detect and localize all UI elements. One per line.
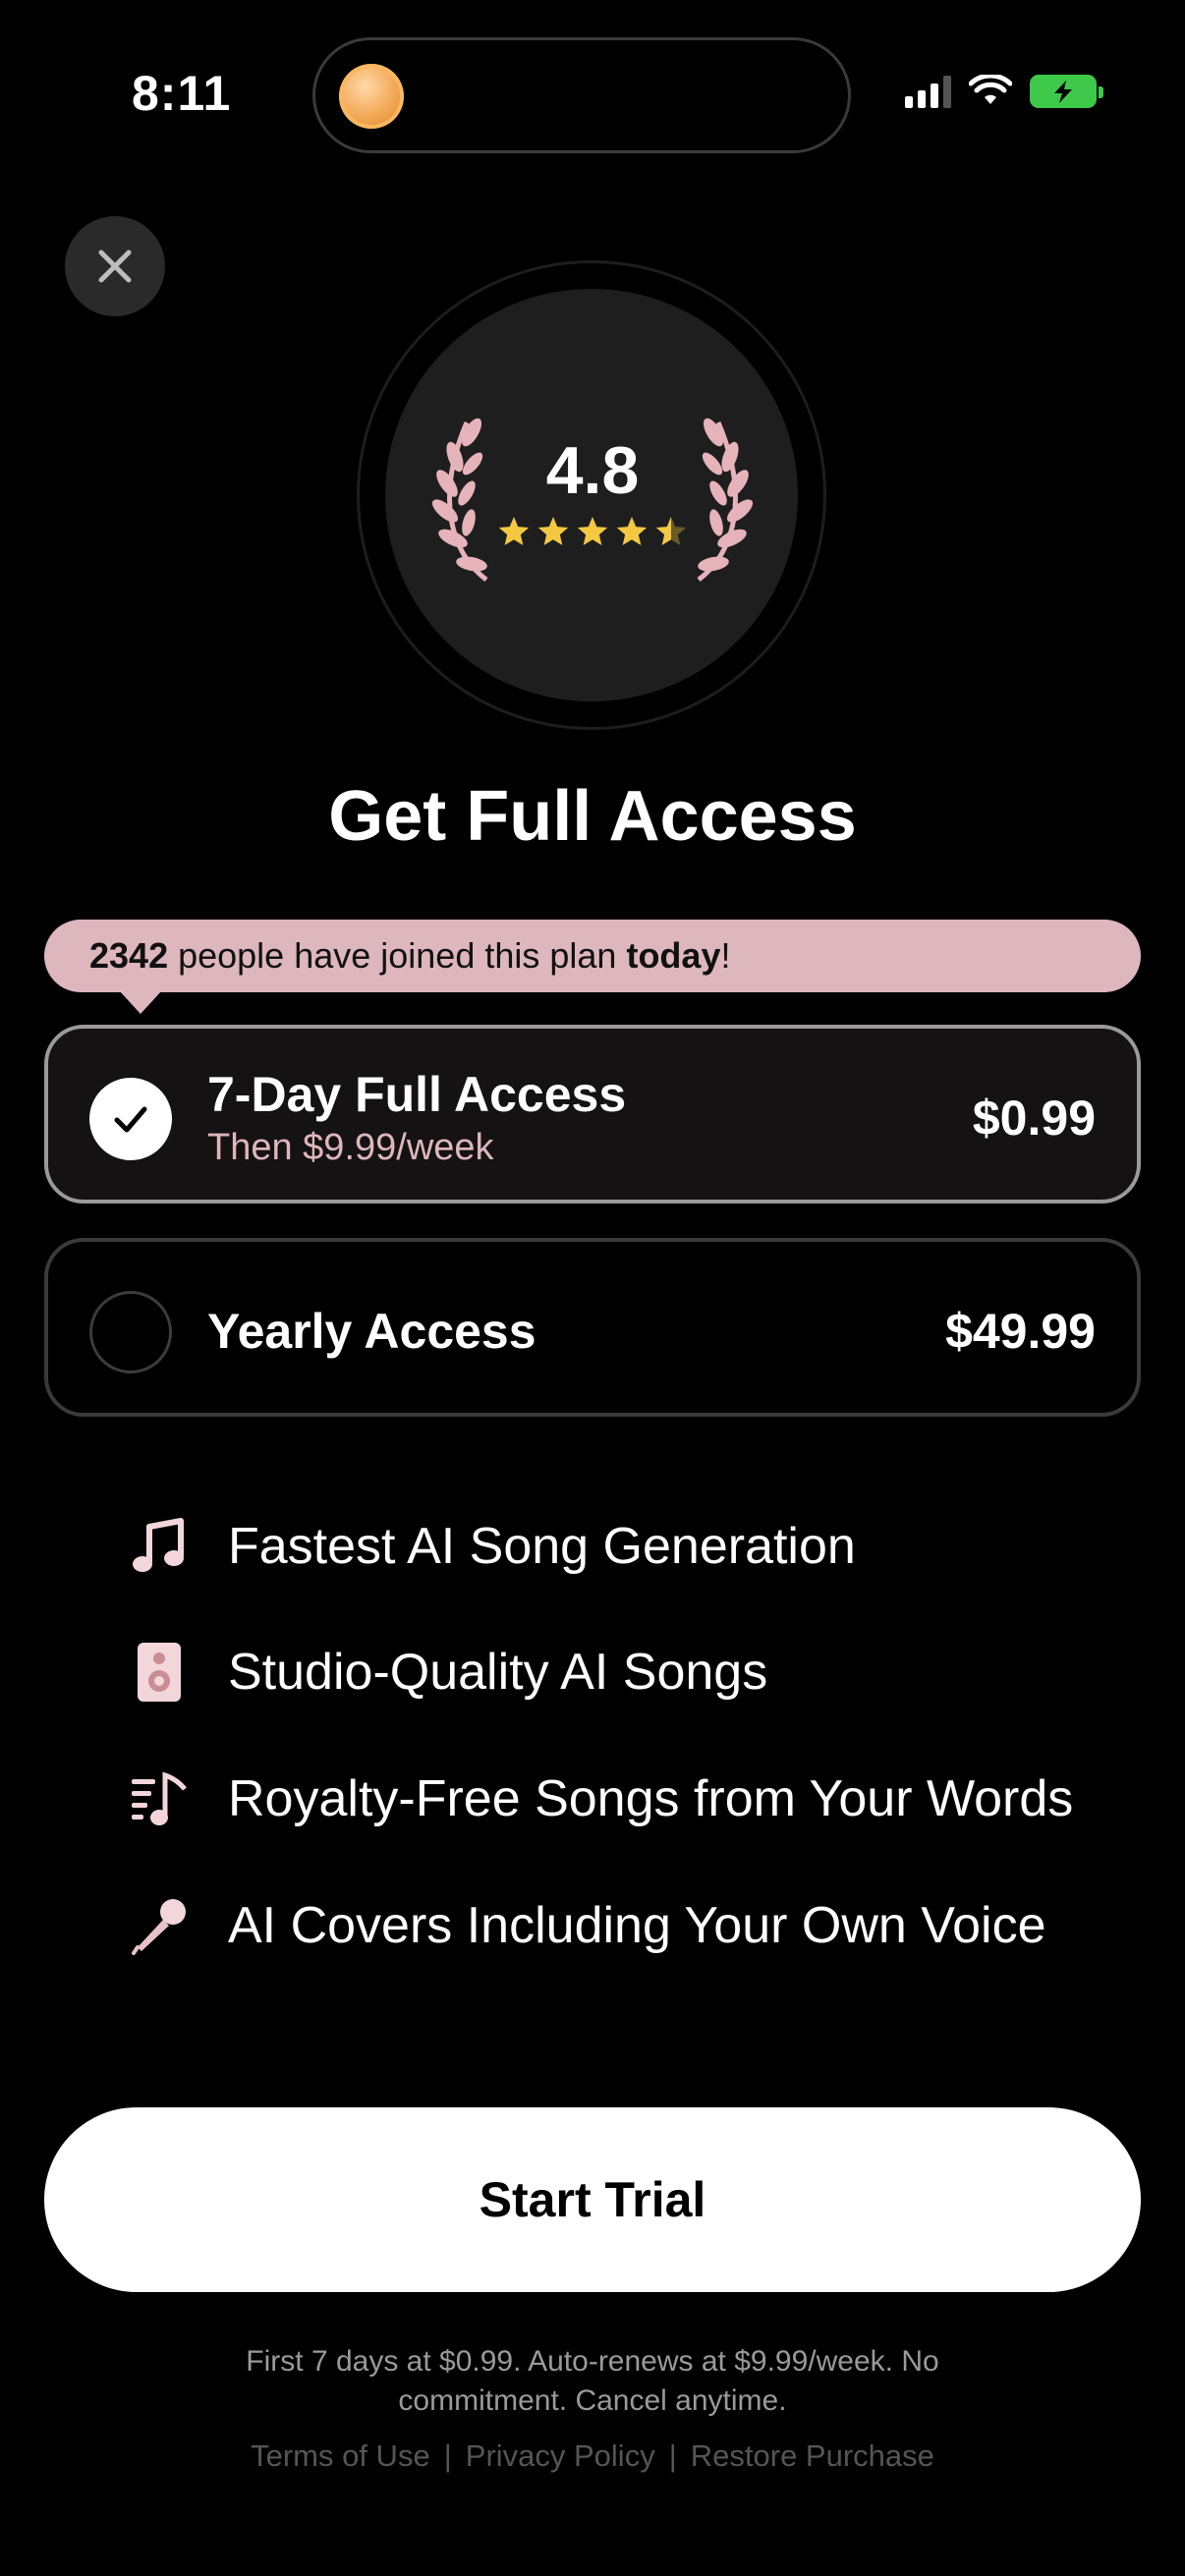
signal-icon <box>905 75 951 108</box>
footer-links: Terms of Use | Privacy Policy | Restore … <box>0 2438 1185 2474</box>
page-title: Get Full Access <box>328 777 857 856</box>
restore-link[interactable]: Restore Purchase <box>691 2438 934 2474</box>
close-icon <box>98 250 132 283</box>
coin-icon <box>339 64 404 129</box>
star-icon <box>616 517 648 545</box>
close-button[interactable] <box>65 216 165 316</box>
wifi-icon <box>969 75 1012 104</box>
joined-text: people have joined this plan <box>168 935 627 976</box>
privacy-link[interactable]: Privacy Policy <box>466 2438 655 2474</box>
checkmark-icon <box>114 1106 147 1133</box>
feature-text: Royalty-Free Songs from Your Words <box>228 1770 1074 1827</box>
rating-stars <box>498 517 687 545</box>
plan-name: 7-Day Full Access <box>207 1067 627 1122</box>
feature-text: AI Covers Including Your Own Voice <box>228 1897 1046 1954</box>
joined-end: ! <box>720 935 731 976</box>
plan-radio-selected[interactable] <box>89 1078 172 1160</box>
feature-item: Studio-Quality AI Songs <box>128 1633 767 1711</box>
star-icon <box>577 517 608 545</box>
plan-price: $0.99 <box>972 1091 1096 1146</box>
plan-name: Yearly Access <box>207 1304 536 1359</box>
plan-weekly[interactable]: 7-Day Full Access Then $9.99/week $0.99 <box>44 1025 1141 1204</box>
joined-emph: today <box>626 935 721 976</box>
link-separator: | <box>443 2438 452 2473</box>
status-time: 8:11 <box>132 66 232 121</box>
plan-price: $49.99 <box>945 1304 1096 1359</box>
feature-item: AI Covers Including Your Own Voice <box>128 1886 1045 1965</box>
disclaimer-text: First 7 days at $0.99. Auto-renews at $9… <box>0 2342 1185 2421</box>
rating-value: 4.8 <box>545 433 640 508</box>
star-icon <box>537 517 569 545</box>
joined-count: 2342 <box>89 935 169 976</box>
battery-icon <box>1030 75 1103 108</box>
star-icon <box>498 517 530 545</box>
feature-item: Royalty-Free Songs from Your Words <box>128 1760 1073 1838</box>
lyrics-music-icon <box>128 1767 191 1830</box>
star-icon <box>655 517 687 545</box>
plan-yearly[interactable]: Yearly Access $49.99 <box>44 1238 1141 1417</box>
plan-subtitle: Then $9.99/week <box>207 1127 494 1168</box>
joined-banner: 2342 people have joined this plan today! <box>44 920 1141 1014</box>
start-trial-button[interactable]: Start Trial <box>44 2107 1141 2292</box>
feature-item: Fastest AI Song Generation <box>128 1507 856 1586</box>
speaker-icon <box>128 1641 191 1704</box>
link-separator: | <box>668 2438 677 2473</box>
status-icons <box>905 75 1103 108</box>
dynamic-island <box>312 37 851 153</box>
terms-link[interactable]: Terms of Use <box>251 2438 430 2474</box>
microphone-icon <box>128 1894 191 1957</box>
plan-radio[interactable] <box>89 1291 172 1373</box>
music-note-icon <box>128 1515 191 1578</box>
feature-text: Studio-Quality AI Songs <box>228 1644 768 1701</box>
feature-text: Fastest AI Song Generation <box>228 1518 856 1575</box>
disclaimer: First 7 days at $0.99. Auto-renews at $9… <box>246 2345 939 2417</box>
